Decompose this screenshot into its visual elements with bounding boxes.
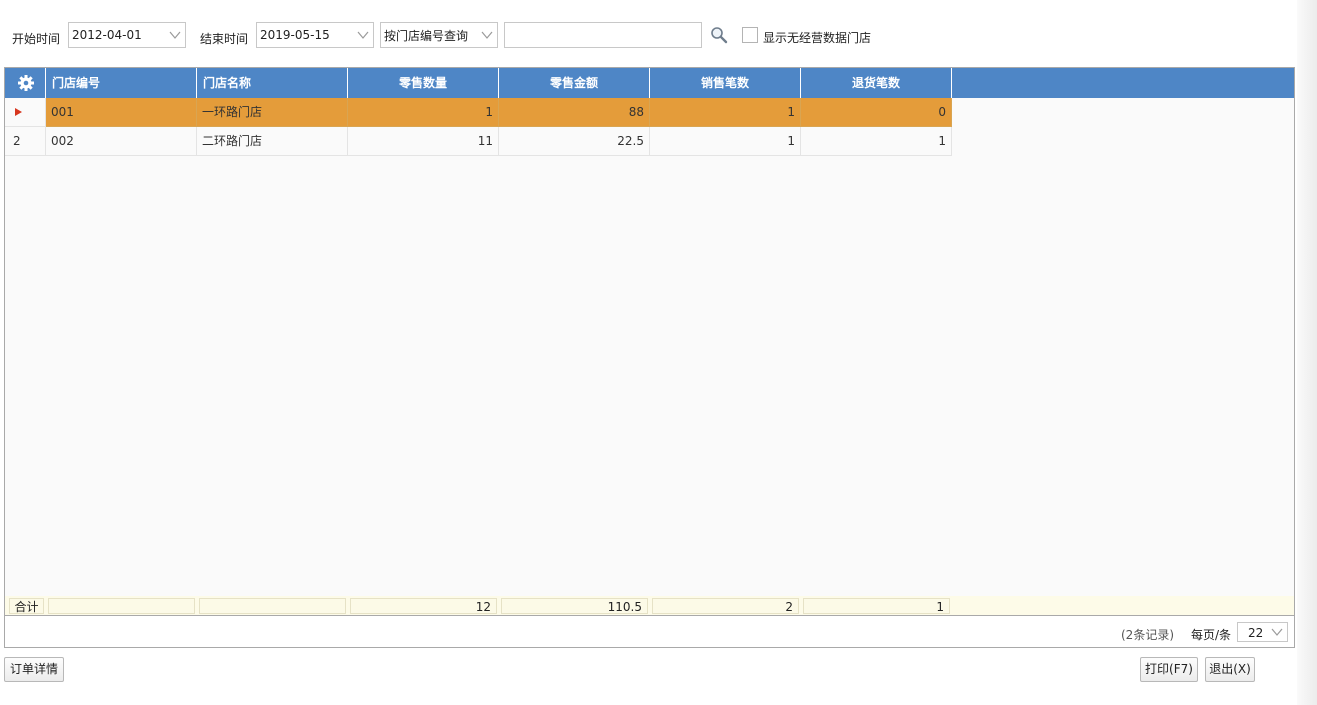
show-empty-label: 显示无经营数据门店 bbox=[763, 31, 872, 45]
column-header-store-code[interactable]: 门店编号 bbox=[46, 68, 197, 98]
total-return-count: 1 bbox=[803, 598, 950, 614]
row-indicator bbox=[5, 98, 46, 127]
cell-sales-count[interactable]: 1 bbox=[650, 98, 801, 127]
cell-store-code[interactable]: 002 bbox=[46, 127, 197, 156]
cell-store-name[interactable]: 一环路门店 bbox=[197, 98, 348, 127]
chevron-down-icon bbox=[1271, 628, 1283, 636]
end-date-value: 2019-05-15 bbox=[260, 28, 330, 42]
cell-retail-amount[interactable]: 88 bbox=[499, 98, 650, 127]
cell-return-count[interactable]: 1 bbox=[801, 127, 952, 156]
start-date-picker[interactable]: 2012-04-01 bbox=[68, 22, 186, 48]
column-settings-cell[interactable] bbox=[5, 68, 46, 98]
total-store-code bbox=[48, 598, 195, 614]
total-retail-qty: 12 bbox=[350, 598, 497, 614]
total-store-name bbox=[199, 598, 346, 614]
total-sales-count: 2 bbox=[652, 598, 799, 614]
column-header-sales-count[interactable]: 销售笔数 bbox=[650, 68, 801, 98]
row-index: 2 bbox=[5, 127, 46, 156]
query-mode-select[interactable]: 按门店编号查询 bbox=[380, 22, 498, 48]
cell-store-name[interactable]: 二环路门店 bbox=[197, 127, 348, 156]
order-detail-button[interactable]: 订单详情 bbox=[4, 657, 64, 682]
record-count: (2条记录) bbox=[1121, 628, 1174, 642]
print-button[interactable]: 打印(F7) bbox=[1140, 657, 1198, 682]
column-header-retail-qty[interactable]: 零售数量 bbox=[348, 68, 499, 98]
per-page-select[interactable]: 22 bbox=[1237, 622, 1288, 642]
show-empty-checkbox[interactable] bbox=[742, 27, 758, 43]
per-page-value: 22 bbox=[1248, 626, 1264, 640]
query-mode-value: 按门店编号查询 bbox=[384, 28, 469, 43]
totals-label: 合计 bbox=[9, 598, 44, 614]
column-header-return-count[interactable]: 退货笔数 bbox=[801, 68, 952, 98]
table-row[interactable]: 001 一环路门店 1 88 1 0 bbox=[5, 98, 952, 127]
chevron-down-icon bbox=[357, 31, 369, 39]
cell-retail-amount[interactable]: 22.5 bbox=[499, 127, 650, 156]
table-row[interactable]: 2 002 二环路门店 11 22.5 1 1 bbox=[5, 127, 952, 156]
column-header-store-name[interactable]: 门店名称 bbox=[197, 68, 348, 98]
search-input[interactable] bbox=[504, 22, 702, 48]
chevron-down-icon bbox=[169, 31, 181, 39]
total-retail-amount: 110.5 bbox=[501, 598, 648, 614]
table-header: 门店编号 门店名称 零售数量 零售金额 销售笔数 退货笔数 bbox=[5, 68, 1294, 98]
per-page-label: 每页/条 bbox=[1191, 628, 1232, 642]
cell-sales-count[interactable]: 1 bbox=[650, 127, 801, 156]
end-time-label: 结束时间 bbox=[200, 32, 249, 46]
pagination-bar: (2条记录) 每页/条 22 bbox=[4, 616, 1295, 648]
totals-row: 合计 12 110.5 2 1 bbox=[5, 596, 1294, 615]
cell-store-code[interactable]: 001 bbox=[46, 98, 197, 127]
cell-retail-qty[interactable]: 1 bbox=[348, 98, 499, 127]
start-date-value: 2012-04-01 bbox=[72, 28, 142, 42]
gear-icon[interactable] bbox=[17, 74, 35, 92]
end-date-picker[interactable]: 2019-05-15 bbox=[256, 22, 374, 48]
magnifier-icon[interactable] bbox=[710, 26, 728, 44]
exit-button[interactable]: 退出(X) bbox=[1205, 657, 1255, 682]
column-header-retail-amount[interactable]: 零售金额 bbox=[499, 68, 650, 98]
row-selected-arrow-icon bbox=[15, 108, 22, 116]
window-edge-shade bbox=[1297, 0, 1317, 705]
cell-retail-qty[interactable]: 11 bbox=[348, 127, 499, 156]
store-sales-table: 门店编号 门店名称 零售数量 零售金额 销售笔数 退货笔数 001 一环路门店 … bbox=[4, 67, 1295, 616]
chevron-down-icon bbox=[481, 31, 493, 39]
start-time-label: 开始时间 bbox=[12, 32, 61, 46]
cell-return-count[interactable]: 0 bbox=[801, 98, 952, 127]
